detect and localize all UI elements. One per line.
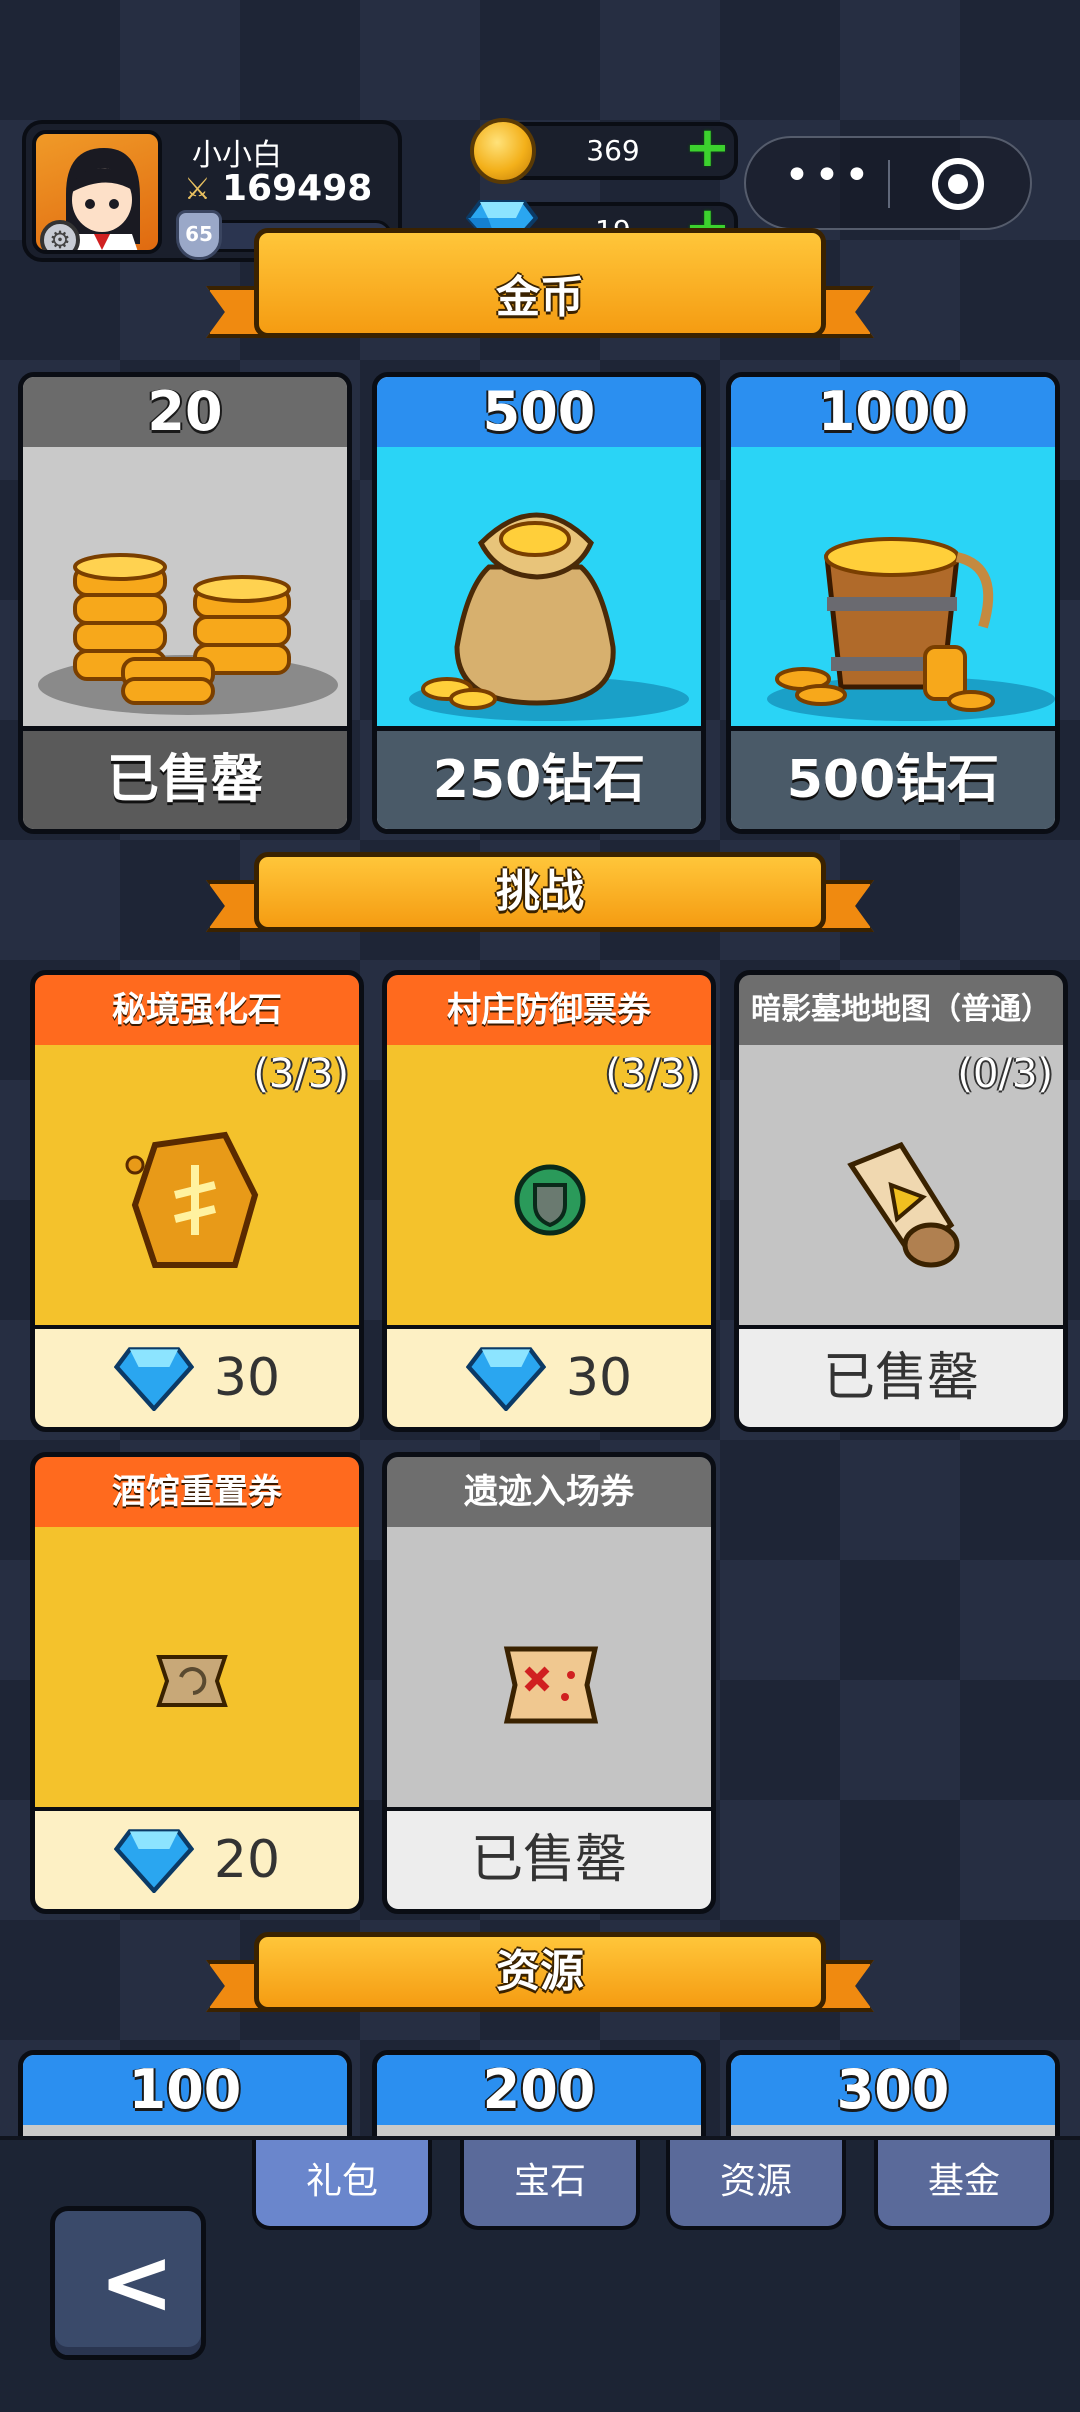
challenge-item-card[interactable]: 村庄防御票券 (3/3) 30 <box>382 970 716 1432</box>
item-name: 暗影墓地地图（普通） <box>739 975 1063 1045</box>
treasure-map-icon <box>503 1646 599 1724</box>
gold-pack-price: 500钻石 <box>731 731 1055 829</box>
challenge-section-ribbon: 挑战 <box>206 852 874 942</box>
more-menu-icon[interactable]: ••• <box>784 150 874 201</box>
item-price: 20 <box>213 1830 281 1890</box>
diamond-gem-icon <box>113 1829 194 1893</box>
tab-resources[interactable]: 资源 <box>666 2140 846 2230</box>
gold-bucket-icon <box>731 447 1055 731</box>
tab-fund[interactable]: 基金 <box>874 2140 1054 2230</box>
miniprogram-capsule: ••• <box>744 136 1032 230</box>
settings-gear-icon[interactable]: ⚙ <box>40 220 80 250</box>
gold-pack-card[interactable]: 500 250钻石 <box>372 372 706 834</box>
item-name: 酒馆重置券 <box>35 1457 359 1527</box>
challenge-item-card[interactable]: 酒馆重置券 20 <box>30 1452 364 1914</box>
tavern-reset-ticket-icon <box>156 1655 228 1707</box>
item-price: 已售罄 <box>739 1329 1063 1427</box>
gold-pack-amount: 500 <box>377 377 701 447</box>
player-avatar[interactable]: ⚙ <box>32 130 162 254</box>
enhance-stone-icon <box>125 1131 259 1268</box>
gold-amount: 369 <box>586 134 640 167</box>
capsule-divider <box>888 160 890 208</box>
coin-stacks-icon <box>23 447 347 731</box>
gold-pack-price: 已售罄 <box>23 731 347 829</box>
item-name: 遗迹入场券 <box>387 1457 711 1527</box>
level-shield-badge: 65 <box>176 210 222 260</box>
defense-ticket-icon <box>514 1164 586 1236</box>
challenge-item-card[interactable]: 暗影墓地地图（普通） (0/3) 已售罄 <box>734 970 1068 1432</box>
section-title-resources: 资源 <box>254 1932 826 2012</box>
tab-gems[interactable]: 宝石 <box>460 2140 640 2230</box>
purchase-count: (3/3) <box>605 1051 701 1097</box>
back-button[interactable]: < <box>50 2206 206 2360</box>
challenge-item-card[interactable]: 秘境强化石 (3/3) 30 <box>30 970 364 1432</box>
gold-coin-icon <box>470 118 536 184</box>
item-price: 30 <box>565 1348 633 1408</box>
chevron-left-icon: < <box>99 2230 175 2335</box>
purchase-count: (0/3) <box>957 1051 1053 1097</box>
add-gold-button[interactable]: + <box>684 120 731 176</box>
section-title-challenge: 挑战 <box>254 852 826 932</box>
gold-section-ribbon: 金币 <box>206 228 874 348</box>
gold-pack-amount: 20 <box>23 377 347 447</box>
resource-pack-amount: 300 <box>731 2055 1055 2125</box>
item-name: 秘境强化石 <box>35 975 359 1045</box>
purchase-count: (3/3) <box>253 1051 349 1097</box>
gold-pack-price: 250钻石 <box>377 731 701 829</box>
scroll-map-icon <box>847 1141 960 1268</box>
item-price: 已售罄 <box>387 1811 711 1909</box>
gold-pack-card[interactable]: 20 已售罄 <box>18 372 352 834</box>
tab-gift-packs[interactable]: 礼包 <box>252 2140 432 2230</box>
item-name: 村庄防御票券 <box>387 975 711 1045</box>
player-level: 65 <box>185 222 213 246</box>
gold-sack-icon <box>377 447 701 731</box>
resources-section-ribbon: 资源 <box>206 1932 874 2022</box>
diamond-gem-icon <box>113 1347 194 1411</box>
combat-power: 169498 <box>222 168 373 209</box>
challenge-item-card[interactable]: 遗迹入场券 已售罄 <box>382 1452 716 1914</box>
section-title-gold: 金币 <box>254 228 826 338</box>
item-price: 30 <box>213 1348 281 1408</box>
gold-pack-card[interactable]: 1000 500钻石 <box>726 372 1060 834</box>
resource-pack-amount: 100 <box>23 2055 347 2125</box>
close-target-icon[interactable] <box>932 158 984 210</box>
diamond-gem-icon <box>465 1347 546 1411</box>
crossed-swords-icon: ⚔ <box>184 172 211 207</box>
resource-pack-amount: 200 <box>377 2055 701 2125</box>
gold-pack-amount: 1000 <box>731 377 1055 447</box>
